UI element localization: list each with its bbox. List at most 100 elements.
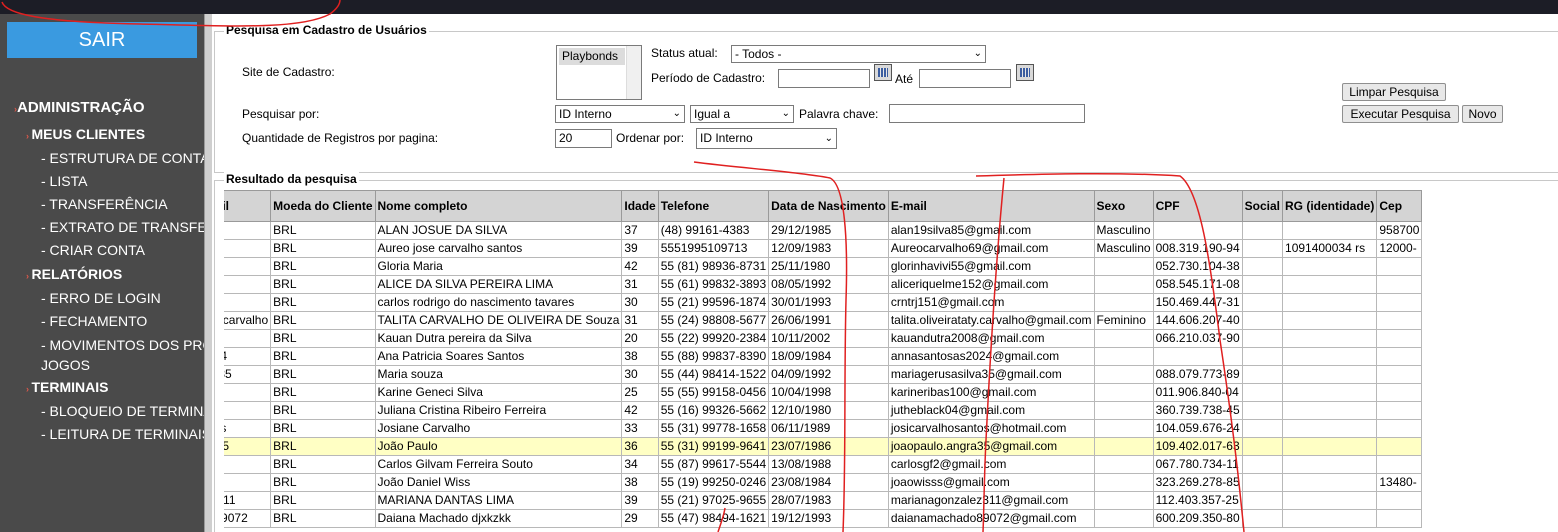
table-row[interactable]: elme152BRLALICE DA SILVA PEREIRA LIMA315… xyxy=(224,275,1423,294)
table-row[interactable]: rvalho69BRLAureo jose carvalho santos395… xyxy=(224,239,1423,258)
table-cell xyxy=(1241,383,1284,402)
listbox-scrollbar[interactable] xyxy=(626,46,641,99)
calendar-icon[interactable] xyxy=(1016,64,1034,81)
table-cell: 55 (31) 99199-9641 xyxy=(657,437,770,456)
keyword-input[interactable] xyxy=(889,104,1085,123)
table-cell xyxy=(1241,221,1284,240)
table-cell xyxy=(1093,365,1154,384)
table-cell: carlosgf2@gmail.com xyxy=(887,455,1095,474)
column-header[interactable]: Social xyxy=(1241,190,1284,222)
table-cell: BRL xyxy=(270,239,376,258)
table-cell xyxy=(1241,401,1284,420)
table-row[interactable]: veirataty.carvalhoBRLTALITA CARVALHO DE … xyxy=(224,311,1423,330)
table-row[interactable]: onzalez311BRLMARIANA DANTAS LIMA3955 (21… xyxy=(224,491,1423,510)
table-cell: 12/09/1983 xyxy=(768,239,889,258)
menu-item-extrato-de-transferencia[interactable]: - EXTRATO DE TRANSFER xyxy=(0,216,204,239)
table-row[interactable]: vivi55BRLGloria Maria4255 (81) 98936-873… xyxy=(224,257,1423,276)
column-header[interactable]: Idade xyxy=(621,190,659,222)
per-page-input[interactable]: 20 xyxy=(555,129,612,148)
chevron-down-icon: ⌄ xyxy=(672,108,681,119)
menu-item-criar-conta[interactable]: - CRIAR CONTA xyxy=(0,239,204,262)
menu-section-relatorios[interactable]: › RELATÓRIOS xyxy=(0,262,204,287)
column-header[interactable]: E-mail xyxy=(887,190,1095,222)
table-cell xyxy=(224,455,272,474)
table-cell: João Paulo xyxy=(374,437,623,456)
menu-item-movimentos-dos-pro-jogos[interactable]: - MOVIMENTOS DOS PRO JOGOS xyxy=(0,333,204,375)
execute-search-button[interactable]: Executar Pesquisa xyxy=(1342,105,1459,123)
column-header[interactable]: Nome completo xyxy=(374,190,623,222)
status-select[interactable]: - Todos - ⌄ xyxy=(731,45,986,63)
table-cell: 55 (81) 98936-8731 xyxy=(657,257,770,276)
table-cell: karineribas100@gmail.com xyxy=(887,383,1095,402)
order-select[interactable]: ID Interno ⌄ xyxy=(696,128,837,149)
chevron-down-icon: ⌄ xyxy=(824,133,833,144)
table-cell: Gloria Maria xyxy=(374,257,623,276)
table-cell xyxy=(1376,275,1423,294)
table-cell: kauandutra2008@gmail.com xyxy=(887,329,1095,348)
table-cell: mariagerusasilva35@gmail.com xyxy=(887,365,1095,384)
clear-search-button[interactable]: Limpar Pesquisa xyxy=(1342,83,1446,101)
table-cell: osas2024 xyxy=(224,347,272,366)
search-by-select[interactable]: ID Interno ⌄ xyxy=(555,105,685,123)
menu-item-bloqueio-de-terminais[interactable]: - BLOQUEIO DE TERMINAIS xyxy=(0,400,204,423)
site-option[interactable]: Playbonds xyxy=(559,48,625,65)
column-header[interactable]: CPF xyxy=(1152,190,1243,222)
table-row[interactable]: k04BRLJuliana Cristina Ribeiro Ferreira4… xyxy=(224,401,1423,420)
menu-section-meus-clientes[interactable]: › MEUS CLIENTES xyxy=(0,122,204,147)
menu-item-estrutura-de-contas[interactable]: - ESTRUTURA DE CONTAS xyxy=(0,147,204,170)
table-row[interactable]: va85BRLALAN JOSUE DA SILVA37(48) 99161-4… xyxy=(224,221,1423,240)
period-end-input[interactable] xyxy=(919,69,1011,88)
column-header[interactable]: Telefone xyxy=(657,190,770,222)
table-cell xyxy=(1241,437,1284,456)
menu-item-fechamento[interactable]: - FECHAMENTO xyxy=(0,310,204,333)
column-header[interactable]: Data de Nascimento xyxy=(768,190,889,222)
period-start-input[interactable] xyxy=(778,69,870,88)
table-cell: BRL xyxy=(270,293,376,312)
table-cell: crntrj151@gmail.com xyxy=(887,293,1095,312)
table-cell: 06/11/1989 xyxy=(768,419,889,438)
table-cell: 30/01/1993 xyxy=(768,293,889,312)
table-cell xyxy=(1093,509,1154,528)
table-row[interactable]: usasilva35BRLMaria souza3055 (44) 98414-… xyxy=(224,365,1423,384)
menu-item-lista[interactable]: - LISTA xyxy=(0,170,204,193)
table-cell xyxy=(1241,455,1284,474)
table-cell xyxy=(1093,473,1154,492)
menu-item-leitura-de-terminais[interactable]: - LEITURA DE TERMINAIS xyxy=(0,423,204,446)
table-row[interactable]: BRL Carlos Gilvam Ferreira Souto 34 55 (87)… xyxy=(224,455,1423,474)
calendar-icon[interactable] xyxy=(874,64,892,81)
column-header[interactable]: ou E-mail xyxy=(224,190,272,222)
table-cell: o.angra35 xyxy=(224,437,272,456)
table-cell xyxy=(1093,293,1154,312)
column-header[interactable]: Sexo xyxy=(1093,190,1154,222)
operator-value: Igual a xyxy=(694,107,731,121)
table-row[interactable]: sBRLJoão Daniel Wiss3855 (19) 99250-0246… xyxy=(224,473,1423,492)
table-cell xyxy=(1093,455,1154,474)
table-row[interactable]: ra2008BRLKauan Dutra pereira da Silva205… xyxy=(224,329,1423,348)
table-row[interactable]: o.angra35BRLJoão Paulo3655 (31) 99199-96… xyxy=(224,437,1423,456)
sidebar-menu: ›ADMINISTRAÇÃO › MEUS CLIENTES - ESTRUTU… xyxy=(0,94,204,446)
logout-button[interactable]: SAIR xyxy=(7,22,197,58)
table-row[interactable]: osas2024BRLAna Patricia Soares Santos385… xyxy=(224,347,1423,366)
new-button[interactable]: Novo xyxy=(1462,105,1503,123)
column-header[interactable]: Moeda do Cliente xyxy=(270,190,376,222)
menu-item-transferencia[interactable]: - TRANSFERÊNCIA xyxy=(0,193,204,216)
table-cell: BRL xyxy=(270,383,376,402)
table-row[interactable]: BRL carlos rodrigo do nascimento tavares 3… xyxy=(224,293,1423,312)
table-cell xyxy=(1241,491,1284,510)
table-row[interactable]: lhosantosBRLJosiane Carvalho3355 (31) 99… xyxy=(224,419,1423,438)
table-cell: 55 (21) 97025-9655 xyxy=(657,491,770,510)
site-listbox[interactable]: Playbonds xyxy=(556,45,642,100)
table-row[interactable]: achado89072BRLDaiana Machado djxkzkk2955… xyxy=(224,509,1423,528)
pane-divider[interactable] xyxy=(204,14,212,532)
table-cell xyxy=(1376,401,1423,420)
operator-select[interactable]: Igual a ⌄ xyxy=(690,105,794,123)
table-row[interactable]: as100BRLKarine Geneci Silva2555 (55) 991… xyxy=(224,383,1423,402)
table-cell xyxy=(1282,437,1378,456)
table-cell xyxy=(1241,293,1284,312)
menu-item-erro-de-login[interactable]: - ERRO DE LOGIN xyxy=(0,287,204,310)
column-header[interactable]: Cep xyxy=(1376,190,1423,222)
menu-section-administracao[interactable]: ›ADMINISTRAÇÃO xyxy=(0,94,204,122)
column-header[interactable]: RG (identidade) xyxy=(1282,190,1378,222)
order-label: Ordenar por: xyxy=(616,131,685,145)
menu-section-terminais[interactable]: › TERMINAIS xyxy=(0,375,204,400)
